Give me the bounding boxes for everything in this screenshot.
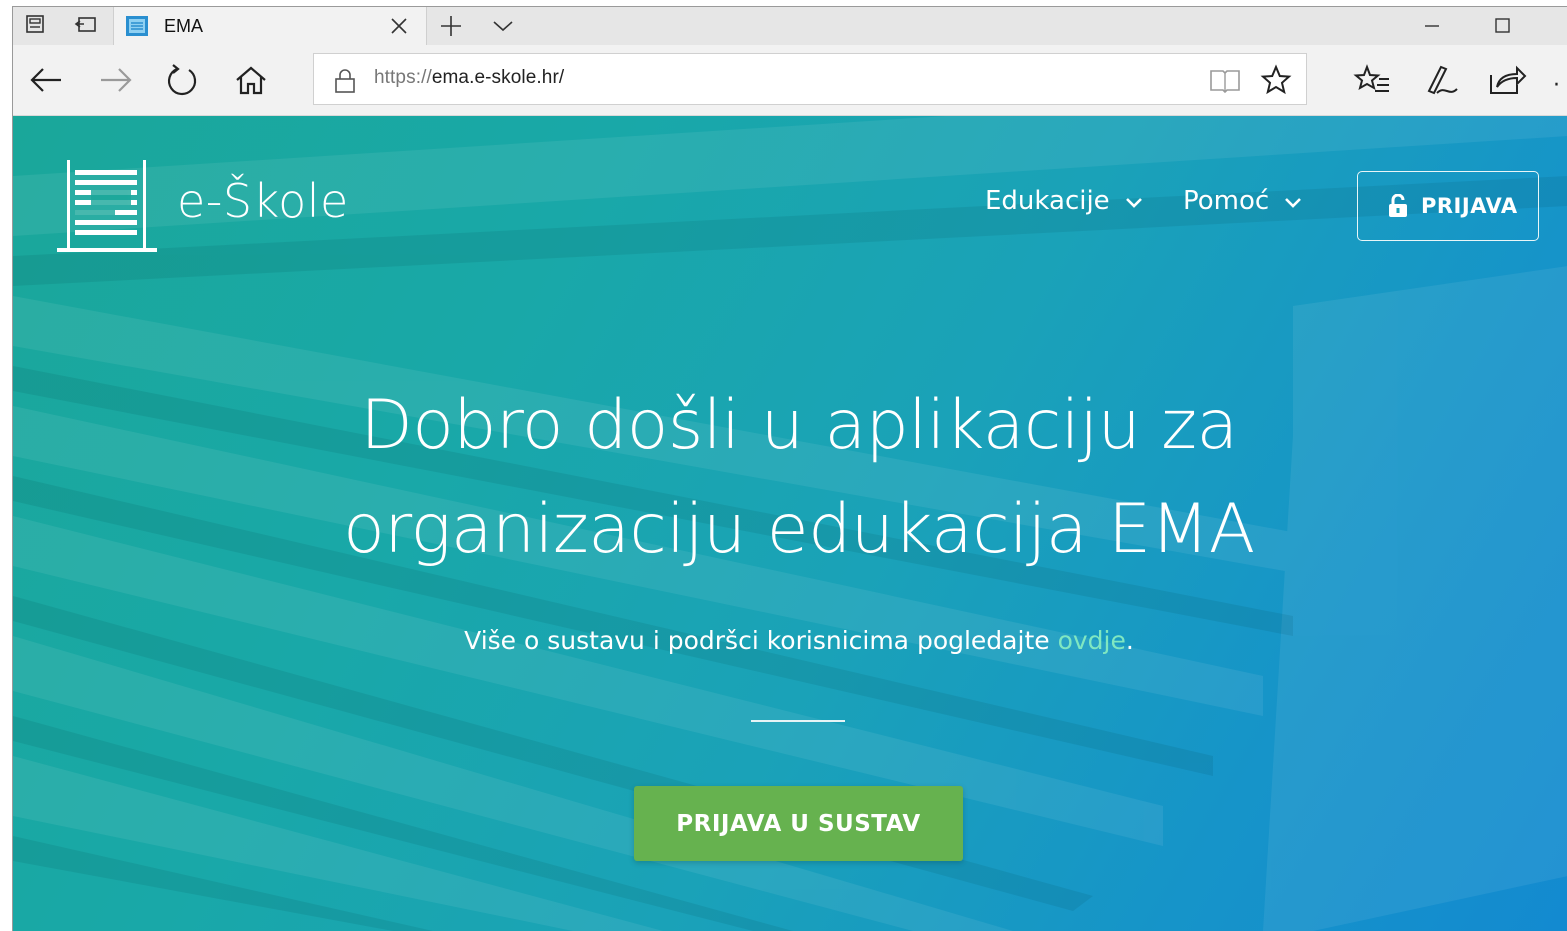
refresh-icon[interactable] xyxy=(163,63,203,97)
browser-window: EMA https://ema.e-skole.hr/ · e-Škole Ed… xyxy=(12,6,1567,931)
new-tab-icon[interactable] xyxy=(437,13,465,39)
reading-view-icon[interactable] xyxy=(1208,66,1242,98)
hero-title-line-1: Dobro došli u aplikaciju za xyxy=(360,386,1238,465)
browser-toolbar: https://ema.e-skole.hr/ · xyxy=(13,45,1567,116)
set-aside-tabs-icon[interactable] xyxy=(71,11,101,39)
e-skole-logo-icon[interactable] xyxy=(57,160,159,260)
nav-pomoc[interactable]: Pomoć xyxy=(1183,186,1303,217)
web-note-pen-icon[interactable] xyxy=(1421,63,1461,97)
close-tab-icon[interactable] xyxy=(388,15,410,37)
url-host: ema.e-skole.hr/ xyxy=(431,67,565,88)
logo-wordmark[interactable]: e-Škole xyxy=(177,174,349,228)
tab-sidebar-icon[interactable] xyxy=(21,11,51,39)
url-text: https://ema.e-skole.hr/ xyxy=(374,67,564,89)
chevron-down-icon[interactable] xyxy=(489,13,517,39)
hero-divider xyxy=(751,720,845,722)
nav-edukacije[interactable]: Edukacije xyxy=(985,186,1144,217)
hero-subtitle: Više o sustavu i podršci korisnicima pog… xyxy=(313,626,1285,655)
more-info-link[interactable]: ovdje xyxy=(1058,626,1126,655)
ema-favicon-icon xyxy=(126,16,148,36)
login-button[interactable]: PRIJAVA xyxy=(1357,171,1539,241)
system-login-button[interactable]: PRIJAVA U SUSTAV xyxy=(634,786,963,861)
home-icon[interactable] xyxy=(231,63,271,97)
more-options-icon[interactable]: · xyxy=(1553,73,1560,98)
chevron-down-icon xyxy=(1124,187,1144,217)
favorites-hub-icon[interactable] xyxy=(1353,63,1393,97)
tab-title: EMA xyxy=(164,16,204,36)
unlock-icon xyxy=(1388,193,1408,223)
lock-icon xyxy=(334,68,356,98)
hero-subtitle-text: Više o sustavu i podršci korisnicima pog… xyxy=(464,626,1058,655)
back-arrow-icon[interactable] xyxy=(27,63,67,97)
forward-arrow-icon[interactable] xyxy=(95,63,135,97)
add-favorite-star-icon[interactable] xyxy=(1260,64,1292,100)
minimize-icon[interactable] xyxy=(1417,13,1447,39)
chevron-down-icon xyxy=(1283,187,1303,217)
tab-strip: EMA xyxy=(13,7,1567,45)
hero-title-line-2: organizaciju edukacija EMA xyxy=(343,490,1255,569)
hero-title: Dobro došli u aplikaciju za organizaciju… xyxy=(263,374,1335,582)
share-icon[interactable] xyxy=(1487,63,1527,97)
url-scheme: https:// xyxy=(374,67,432,88)
hero-subtitle-end: . xyxy=(1125,626,1134,655)
nav-edukacije-label: Edukacije xyxy=(985,186,1110,216)
active-tab[interactable]: EMA xyxy=(113,7,427,45)
nav-pomoc-label: Pomoć xyxy=(1183,186,1270,216)
login-button-label: PRIJAVA xyxy=(1421,194,1518,218)
ema-landing-page: e-Škole Edukacije Pomoć PRIJAVA Dobro do… xyxy=(13,116,1567,931)
maximize-icon[interactable] xyxy=(1487,13,1517,39)
address-bar[interactable]: https://ema.e-skole.hr/ xyxy=(313,53,1307,105)
